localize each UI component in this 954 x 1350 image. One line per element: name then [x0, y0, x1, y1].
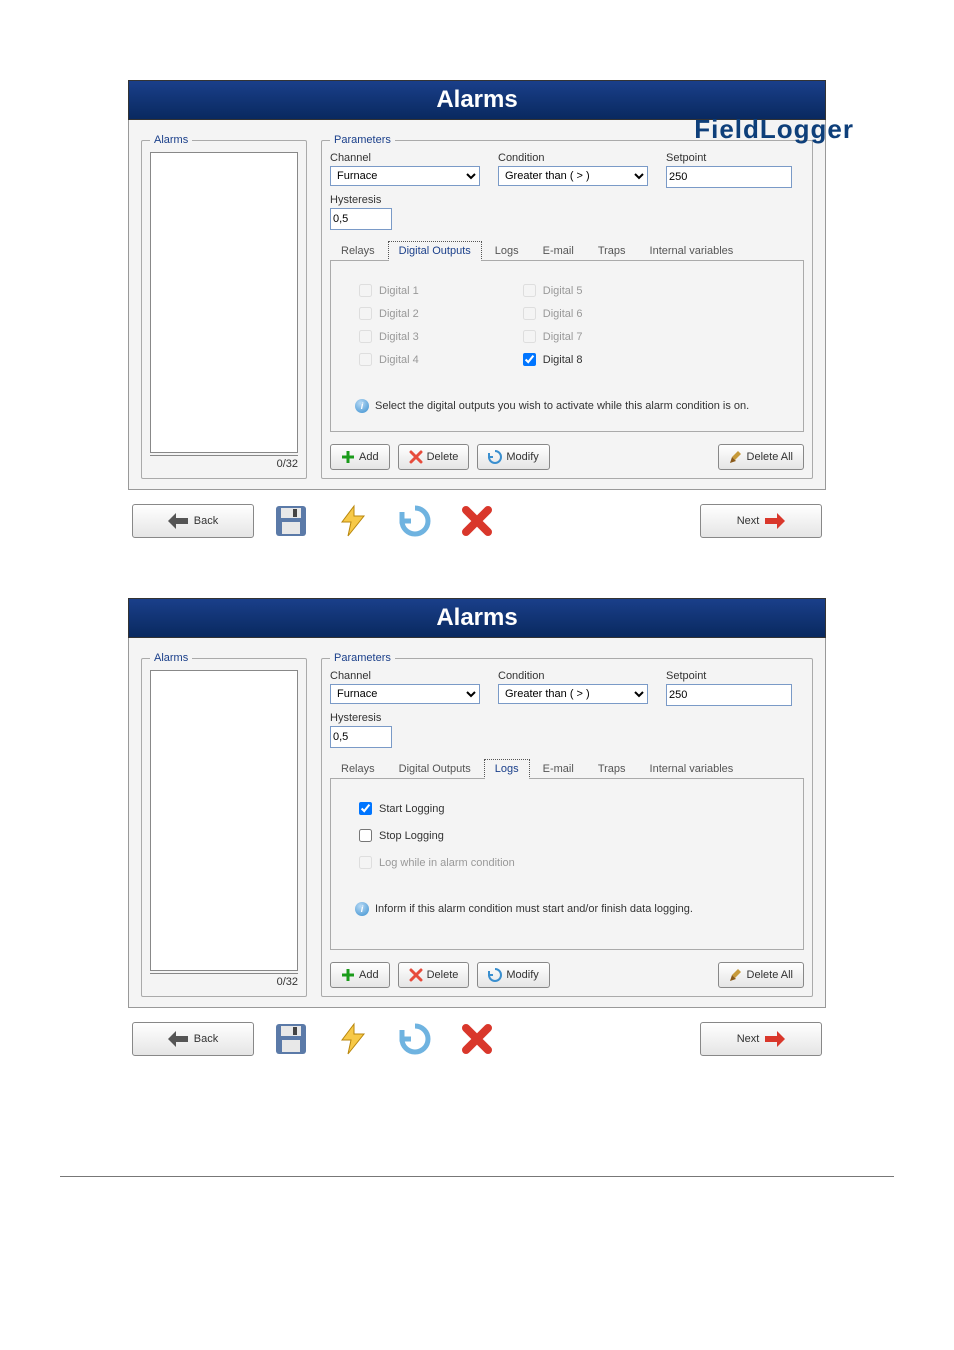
setpoint-label: Setpoint	[666, 670, 792, 682]
add-button[interactable]: Add	[330, 962, 390, 988]
arrow-left-icon	[168, 513, 188, 529]
digital-6: Digital 6	[519, 304, 583, 323]
delete-all-button[interactable]: Delete All	[718, 962, 804, 988]
refresh-icon[interactable]	[398, 1022, 432, 1056]
plus-icon	[341, 450, 355, 464]
digital-1-checkbox	[359, 284, 372, 297]
tab-internal-variables[interactable]: Internal variables	[639, 759, 745, 779]
channel-select[interactable]: Furnace	[330, 684, 480, 704]
info-text: Inform if this alarm condition must star…	[375, 903, 693, 915]
condition-select[interactable]: Greater than ( > )	[498, 684, 648, 704]
tab-email[interactable]: E-mail	[532, 759, 585, 779]
arrow-right-icon	[765, 1031, 785, 1047]
start-logging[interactable]: Start Logging	[355, 799, 779, 818]
setpoint-label: Setpoint	[666, 152, 792, 164]
tab-digital-outputs[interactable]: Digital Outputs	[388, 241, 482, 261]
modify-icon	[488, 968, 502, 982]
alarms-list[interactable]	[150, 152, 298, 453]
back-button[interactable]: Back	[132, 1022, 254, 1056]
channel-label: Channel	[330, 670, 480, 682]
refresh-icon[interactable]	[398, 504, 432, 538]
stop-logging[interactable]: Stop Logging	[355, 826, 779, 845]
setpoint-input[interactable]	[666, 684, 792, 706]
digital-3: Digital 3	[355, 327, 419, 346]
panel-title: Alarms	[436, 604, 517, 631]
delete-button[interactable]: Delete	[398, 962, 470, 988]
delete-icon	[409, 450, 423, 464]
digital-4: Digital 4	[355, 350, 419, 369]
save-icon[interactable]	[274, 1022, 308, 1056]
channel-label: Channel	[330, 152, 480, 164]
broom-icon	[729, 450, 743, 464]
page-divider	[60, 1176, 894, 1177]
save-icon[interactable]	[274, 504, 308, 538]
lightning-icon[interactable]	[336, 504, 370, 538]
alarms-counter: 0/32	[150, 973, 298, 988]
setpoint-input[interactable]	[666, 166, 792, 188]
back-button[interactable]: Back	[132, 504, 254, 538]
digital-2: Digital 2	[355, 304, 419, 323]
condition-label: Condition	[498, 152, 648, 164]
digital-5-checkbox	[523, 284, 536, 297]
hysteresis-label: Hysteresis	[330, 712, 392, 724]
info-text: Select the digital outputs you wish to a…	[375, 400, 749, 412]
next-button[interactable]: Next	[700, 504, 822, 538]
delete-button[interactable]: Delete	[398, 444, 470, 470]
tab-digital-outputs[interactable]: Digital Outputs	[388, 759, 482, 779]
tab-internal-variables[interactable]: Internal variables	[639, 241, 745, 261]
parameters-legend: Parameters	[330, 134, 395, 146]
condition-select[interactable]: Greater than ( > )	[498, 166, 648, 186]
alarms-counter: 0/32	[150, 455, 298, 470]
tab-relays[interactable]: Relays	[330, 759, 386, 779]
brand-logo: FieldLogger	[694, 114, 854, 145]
tab-logs[interactable]: Logs	[484, 241, 530, 261]
panel-title: Alarms	[436, 86, 517, 113]
parameters-legend: Parameters	[330, 652, 395, 664]
plus-icon	[341, 968, 355, 982]
digital-6-checkbox	[523, 307, 536, 320]
next-button[interactable]: Next	[700, 1022, 822, 1056]
modify-icon	[488, 450, 502, 464]
digital-7-checkbox	[523, 330, 536, 343]
stop-logging-checkbox[interactable]	[359, 829, 372, 842]
tab-traps[interactable]: Traps	[587, 241, 637, 261]
alarms-legend: Alarms	[150, 134, 192, 146]
info-icon: i	[355, 399, 369, 413]
lightning-icon[interactable]	[336, 1022, 370, 1056]
modify-button[interactable]: Modify	[477, 444, 549, 470]
digital-8-checkbox[interactable]	[523, 353, 536, 366]
info-icon: i	[355, 902, 369, 916]
log-while-alarm-checkbox	[359, 856, 372, 869]
hysteresis-input[interactable]	[330, 208, 392, 230]
digital-3-checkbox	[359, 330, 372, 343]
hysteresis-label: Hysteresis	[330, 194, 392, 206]
digital-5: Digital 5	[519, 281, 583, 300]
delete-all-button[interactable]: Delete All	[718, 444, 804, 470]
arrow-left-icon	[168, 1031, 188, 1047]
add-button[interactable]: Add	[330, 444, 390, 470]
tab-relays[interactable]: Relays	[330, 241, 386, 261]
cancel-icon[interactable]	[460, 1022, 494, 1056]
broom-icon	[729, 968, 743, 982]
tab-email[interactable]: E-mail	[532, 241, 585, 261]
condition-label: Condition	[498, 670, 648, 682]
digital-8[interactable]: Digital 8	[519, 350, 583, 369]
digital-1: Digital 1	[355, 281, 419, 300]
modify-button[interactable]: Modify	[477, 962, 549, 988]
digital-7: Digital 7	[519, 327, 583, 346]
arrow-right-icon	[765, 513, 785, 529]
alarms-legend: Alarms	[150, 652, 192, 664]
cancel-icon[interactable]	[460, 504, 494, 538]
delete-icon	[409, 968, 423, 982]
log-while-alarm: Log while in alarm condition	[355, 853, 779, 872]
start-logging-checkbox[interactable]	[359, 802, 372, 815]
tab-logs[interactable]: Logs	[484, 759, 530, 779]
panel-title-bar: Alarms	[128, 598, 826, 638]
alarms-list[interactable]	[150, 670, 298, 971]
hysteresis-input[interactable]	[330, 726, 392, 748]
tab-traps[interactable]: Traps	[587, 759, 637, 779]
digital-4-checkbox	[359, 353, 372, 366]
digital-2-checkbox	[359, 307, 372, 320]
channel-select[interactable]: Furnace	[330, 166, 480, 186]
